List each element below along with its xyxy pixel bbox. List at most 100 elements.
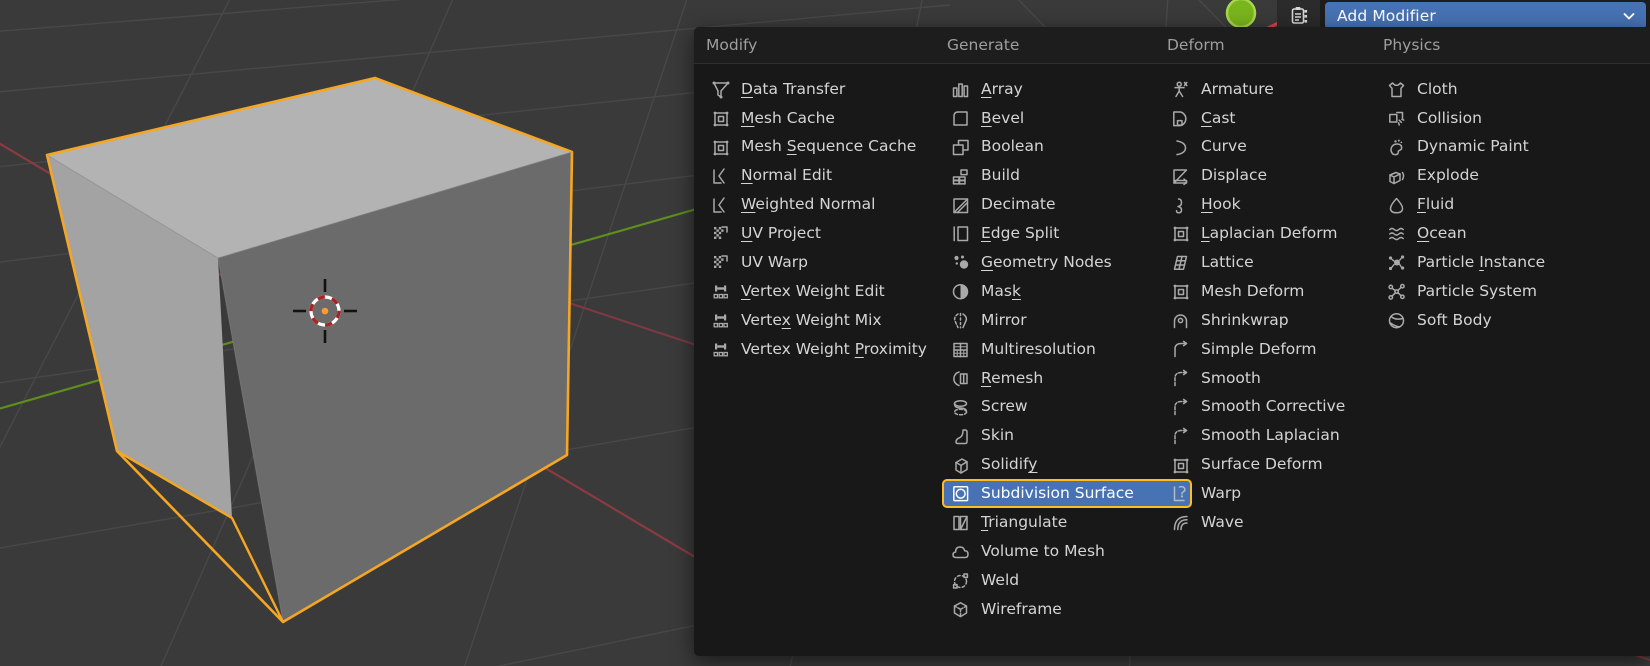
menu-item-decimate[interactable]: Decimate	[942, 191, 1192, 220]
solidify-icon	[949, 455, 971, 475]
menu-item-remesh[interactable]: Remesh	[942, 364, 1192, 393]
displace-icon	[1169, 166, 1191, 186]
menu-item-label: Volume to Mesh	[981, 541, 1105, 560]
triangulate-icon	[949, 513, 971, 533]
menu-item-simple-deform[interactable]: Simple Deform	[1162, 335, 1412, 364]
soft-body-icon	[1385, 311, 1407, 331]
menu-item-ocean[interactable]: Ocean	[1378, 219, 1638, 248]
menu-item-label: UV Project	[741, 224, 821, 243]
menu-item-label: Mesh Cache	[741, 108, 835, 127]
menu-item-label: Smooth Laplacian	[1201, 426, 1340, 445]
menu-item-bevel[interactable]: Bevel	[942, 104, 1192, 133]
menu-item-hook[interactable]: Hook	[1162, 191, 1412, 220]
menu-item-boolean[interactable]: Boolean	[942, 133, 1192, 162]
menu-item-triangulate[interactable]: Triangulate	[942, 508, 1192, 537]
menu-item-multiresolution[interactable]: Multiresolution	[942, 335, 1192, 364]
weld-icon	[949, 571, 971, 591]
armature-icon	[1169, 79, 1191, 99]
menu-item-solidify[interactable]: Solidify	[942, 451, 1192, 480]
menu-item-lattice[interactable]: Lattice	[1162, 248, 1412, 277]
mirror-icon	[949, 311, 971, 331]
menu-item-screw[interactable]: Screw	[942, 393, 1192, 422]
menu-item-label: Particle Instance	[1417, 253, 1546, 272]
menu-item-smooth-laplacian[interactable]: Smooth Laplacian	[1162, 422, 1412, 451]
menu-item-smooth-corrective[interactable]: Smooth Corrective	[1162, 393, 1412, 422]
menu-item-normal-edit[interactable]: Normal Edit	[702, 162, 952, 191]
geometry-nodes-icon	[949, 253, 971, 273]
mesh-deform-icon	[1169, 282, 1191, 302]
add-modifier-menu[interactable]: Modify Generate Deform Physics Data Tran…	[694, 27, 1650, 656]
menu-item-particle-instance[interactable]: Particle Instance	[1378, 248, 1638, 277]
menu-item-soft-body[interactable]: Soft Body	[1378, 306, 1638, 335]
add-modifier-label: Add Modifier	[1337, 6, 1436, 25]
menu-item-label: Cast	[1201, 108, 1236, 127]
menu-item-label: Displace	[1201, 166, 1268, 185]
menu-item-mesh-cache[interactable]: Mesh Cache	[702, 104, 952, 133]
menu-item-shrinkwrap[interactable]: Shrinkwrap	[1162, 306, 1412, 335]
menu-item-label: Ocean	[1417, 224, 1467, 243]
menu-item-label: Array	[981, 79, 1023, 98]
menu-item-edge-split[interactable]: Edge Split	[942, 219, 1192, 248]
menu-item-dynamic-paint[interactable]: Dynamic Paint	[1378, 133, 1638, 162]
menu-item-explode[interactable]: Explode	[1378, 162, 1638, 191]
menu-item-weld[interactable]: Weld	[942, 566, 1192, 595]
menu-item-label: Armature	[1201, 79, 1274, 98]
menu-item-label: Weld	[981, 570, 1020, 589]
column-header-physics: Physics	[1383, 36, 1441, 54]
add-modifier-button[interactable]: Add Modifier	[1325, 2, 1646, 29]
menu-item-label: Wireframe	[981, 599, 1062, 618]
menu-item-armature[interactable]: Armature	[1162, 75, 1412, 104]
menu-item-mask[interactable]: Mask	[942, 277, 1192, 306]
menu-item-label: Bevel	[981, 108, 1025, 127]
screw-icon	[949, 397, 971, 417]
menu-item-wave[interactable]: Wave	[1162, 508, 1412, 537]
menu-item-volume-to-mesh[interactable]: Volume to Mesh	[942, 537, 1192, 566]
menu-item-array[interactable]: Array	[942, 75, 1192, 104]
menu-item-subdivision-surface[interactable]: Subdivision Surface	[942, 479, 1192, 509]
menu-item-build[interactable]: Build	[942, 162, 1192, 191]
volume-to-mesh-icon	[949, 542, 971, 562]
menu-item-vertex-weight-proximity[interactable]: Vertex Weight Proximity	[702, 335, 952, 364]
menu-item-label: Warp	[1201, 484, 1242, 503]
menu-item-fluid[interactable]: Fluid	[1378, 191, 1638, 220]
array-icon	[949, 79, 971, 99]
normal-edit-icon	[709, 166, 731, 186]
menu-item-cast[interactable]: Cast	[1162, 104, 1412, 133]
menu-item-wireframe[interactable]: Wireframe	[942, 595, 1192, 624]
vertex-weight-edit-icon	[709, 282, 731, 302]
lattice-icon	[1169, 253, 1191, 273]
menu-item-label: Multiresolution	[981, 339, 1096, 358]
menu-item-label: Laplacian Deform	[1201, 224, 1338, 243]
column-header-modify: Modify	[706, 36, 758, 54]
menu-item-displace[interactable]: Displace	[1162, 162, 1412, 191]
menu-item-skin[interactable]: Skin	[942, 422, 1192, 451]
particle-instance-icon	[1385, 253, 1407, 273]
menu-item-vertex-weight-mix[interactable]: Vertex Weight Mix	[702, 306, 952, 335]
skin-icon	[949, 426, 971, 446]
menu-item-geometry-nodes[interactable]: Geometry Nodes	[942, 248, 1192, 277]
menu-item-curve[interactable]: Curve	[1162, 133, 1412, 162]
wave-icon	[1169, 513, 1191, 533]
menu-item-surface-deform[interactable]: Surface Deform	[1162, 451, 1412, 480]
menu-item-uv-warp[interactable]: UV Warp	[702, 248, 952, 277]
menu-item-mirror[interactable]: Mirror	[942, 306, 1192, 335]
menu-item-vertex-weight-edit[interactable]: Vertex Weight Edit	[702, 277, 952, 306]
menu-item-label: Skin	[981, 426, 1014, 445]
menu-item-smooth[interactable]: Smooth	[1162, 364, 1412, 393]
menu-item-data-transfer[interactable]: Data Transfer	[702, 75, 952, 104]
menu-item-uv-project[interactable]: UV Project	[702, 219, 952, 248]
menu-item-weighted-normal[interactable]: Weighted Normal	[702, 191, 952, 220]
menu-item-particle-system[interactable]: Particle System	[1378, 277, 1638, 306]
menu-item-cloth[interactable]: Cloth	[1378, 75, 1638, 104]
menu-item-label: Smooth	[1201, 368, 1261, 387]
menu-item-warp[interactable]: Warp	[1162, 479, 1412, 508]
menu-item-label: Smooth Corrective	[1201, 397, 1346, 416]
menu-item-label: Edge Split	[981, 224, 1060, 243]
menu-item-mesh-sequence-cache[interactable]: Mesh Sequence Cache	[702, 133, 952, 162]
menu-item-laplacian-deform[interactable]: Laplacian Deform	[1162, 219, 1412, 248]
menu-item-collision[interactable]: Collision	[1378, 104, 1638, 133]
boolean-icon	[949, 137, 971, 157]
menu-item-label: Subdivision Surface	[981, 484, 1134, 503]
menu-item-mesh-deform[interactable]: Mesh Deform	[1162, 277, 1412, 306]
warp-icon	[1169, 484, 1191, 504]
